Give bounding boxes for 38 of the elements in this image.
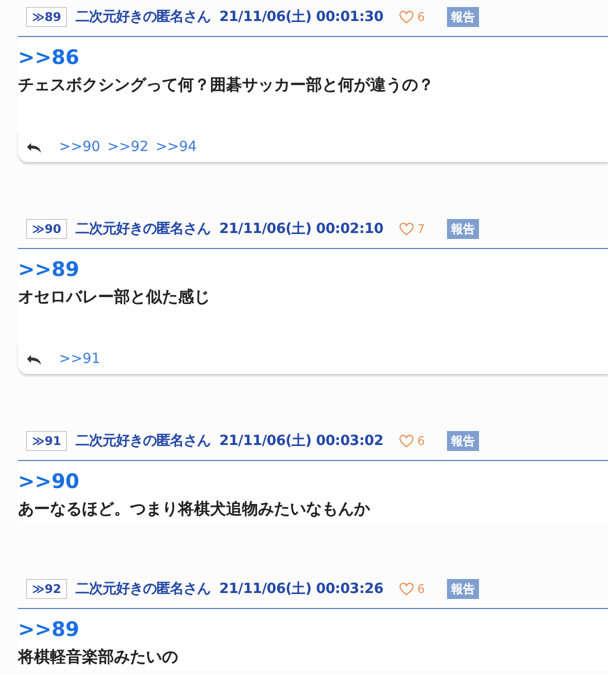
post-number[interactable]: ≫92 xyxy=(26,579,68,599)
post-number[interactable]: ≫89 xyxy=(26,7,68,27)
post-date: 21/11/06(土) 00:03:02 xyxy=(219,432,384,450)
reply-link[interactable]: >>92 xyxy=(107,139,149,155)
reply-link[interactable]: >>91 xyxy=(59,351,100,367)
anchor-link[interactable]: >>89 xyxy=(18,257,80,281)
post-body: チェスボクシングって何？囲碁サッカー部と何が違うの？ xyxy=(18,74,435,96)
post-body: オセロバレー部と似た感じ xyxy=(18,286,211,308)
poster-name: 二次元好きの匿名さん xyxy=(75,8,210,26)
report-button[interactable]: 報告 xyxy=(446,579,479,599)
reply-icon xyxy=(26,353,42,365)
like-count: 6 xyxy=(417,10,425,24)
heart-icon[interactable] xyxy=(399,222,414,236)
heart-icon[interactable] xyxy=(399,434,414,448)
anchor-link[interactable]: >>90 xyxy=(18,469,80,493)
post-number[interactable]: ≫90 xyxy=(26,219,68,239)
poster-name: 二次元好きの匿名さん xyxy=(75,432,210,450)
like-count: 6 xyxy=(417,434,425,448)
like-count: 6 xyxy=(417,582,425,596)
heart-icon[interactable] xyxy=(399,582,414,596)
poster-name: 二次元好きの匿名さん xyxy=(75,580,210,598)
post-body: あーなるほど。つまり将棋犬追物みたいなもんか xyxy=(18,498,371,520)
post-date: 21/11/06(土) 00:03:26 xyxy=(219,580,384,598)
anchor-link[interactable]: >>89 xyxy=(18,617,80,641)
post-date: 21/11/06(土) 00:01:30 xyxy=(219,8,384,26)
report-button[interactable]: 報告 xyxy=(446,7,479,27)
reply-link[interactable]: >>94 xyxy=(156,139,197,155)
heart-icon[interactable] xyxy=(399,10,414,24)
poster-name: 二次元好きの匿名さん xyxy=(75,220,210,238)
post-number[interactable]: ≫91 xyxy=(26,431,68,451)
report-button[interactable]: 報告 xyxy=(446,219,479,239)
report-button[interactable]: 報告 xyxy=(446,431,479,451)
like-count: 7 xyxy=(417,222,425,236)
reply-link[interactable]: >>90 xyxy=(59,139,100,155)
post-body: 将棋軽音楽部みたいの xyxy=(18,646,179,668)
anchor-link[interactable]: >>86 xyxy=(18,45,80,69)
post-date: 21/11/06(土) 00:02:10 xyxy=(219,220,384,238)
reply-icon xyxy=(26,141,42,153)
